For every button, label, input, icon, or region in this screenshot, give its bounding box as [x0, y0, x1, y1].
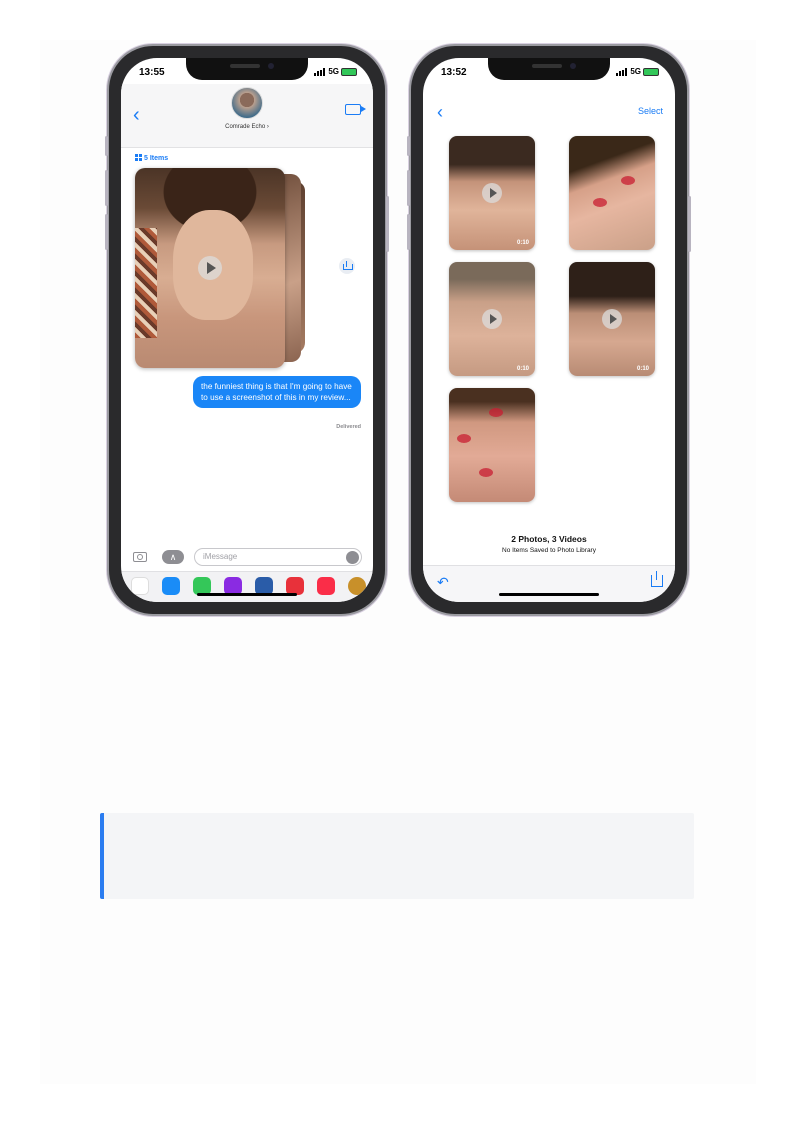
message-composer: ∧ iMessage [121, 546, 373, 568]
network-label: 5G [630, 67, 641, 76]
volume-up-button [105, 170, 108, 206]
signal-icon [616, 68, 627, 76]
app-store-icon[interactable] [162, 577, 180, 595]
gallery-screen: 13:52 5G ‹ Select 0:10 0:10 0:10 2 Photo… [423, 58, 675, 602]
music-app-icon[interactable] [317, 577, 335, 595]
gallery-save-status: No Items Saved to Photo Library [502, 547, 596, 554]
contact-avatar[interactable] [231, 87, 263, 119]
phone-gallery: 13:52 5G ‹ Select 0:10 0:10 0:10 2 Photo… [407, 44, 691, 616]
gallery-summary: 2 Photos, 3 Videos No Items Saved to Pho… [423, 534, 675, 554]
message-input[interactable]: iMessage [194, 548, 362, 566]
back-chevron-icon[interactable]: ‹ [437, 102, 443, 123]
video-duration: 0:10 [516, 240, 529, 246]
avatar-app-icon[interactable] [348, 577, 366, 595]
gallery-toolbar: ↶ [423, 565, 675, 602]
photos-app-icon[interactable] [131, 577, 149, 595]
attachment-video-thumbnail[interactable] [135, 168, 285, 368]
facetime-video-icon[interactable] [345, 104, 366, 115]
audio-message-icon[interactable] [346, 551, 359, 564]
messages-screen: 13:55 5G ‹ Comrade Echo › 5 Items the fu… [121, 58, 373, 602]
battery-icon [643, 68, 659, 76]
play-icon [482, 183, 502, 203]
phone-messages: 13:55 5G ‹ Comrade Echo › 5 Items the fu… [105, 44, 389, 616]
imessage-app-drawer [121, 571, 373, 602]
attachment-items-link[interactable]: 5 Items [135, 154, 168, 162]
play-icon [482, 309, 502, 329]
page: 13:55 5G ‹ Comrade Echo › 5 Items the fu… [0, 0, 794, 1123]
notch [488, 58, 610, 80]
grid-icon [135, 154, 142, 161]
save-download-icon[interactable] [339, 258, 355, 274]
sent-message-bubble[interactable]: the funniest thing is that I'm going to … [193, 376, 361, 408]
home-indicator [197, 593, 297, 596]
camera-icon[interactable] [133, 552, 147, 562]
status-time: 13:55 [139, 67, 165, 78]
select-button[interactable]: Select [638, 106, 663, 116]
gallery-thumbnail-photo[interactable] [569, 136, 655, 250]
reply-icon[interactable]: ↶ [437, 574, 449, 591]
battery-icon [341, 68, 357, 76]
status-time: 13:52 [441, 67, 467, 78]
network-label: 5G [328, 67, 339, 76]
video-duration: 0:10 [636, 366, 649, 372]
volume-down-button [105, 214, 108, 250]
contact-name[interactable]: Comrade Echo › [121, 124, 373, 130]
side-button [407, 136, 410, 156]
gallery-thumbnail-photo[interactable] [449, 388, 535, 502]
volume-down-button [407, 214, 410, 250]
power-button [688, 196, 691, 252]
delivery-status: Delivered [336, 424, 361, 430]
conversation-header: ‹ Comrade Echo › [121, 84, 373, 148]
home-indicator [499, 593, 599, 596]
gallery-count: 2 Photos, 3 Videos [511, 534, 587, 544]
gallery-thumbnail-video[interactable]: 0:10 [449, 262, 535, 376]
play-icon [602, 309, 622, 329]
notch [186, 58, 308, 80]
callout-box [100, 813, 694, 899]
signal-icon [314, 68, 325, 76]
app-store-apps-icon[interactable]: ∧ [162, 550, 184, 564]
power-button [386, 196, 389, 252]
gallery-thumbnail-video[interactable]: 0:10 [449, 136, 535, 250]
video-duration: 0:10 [516, 366, 529, 372]
gallery-thumbnail-video[interactable]: 0:10 [569, 262, 655, 376]
side-button [105, 136, 108, 156]
volume-up-button [407, 170, 410, 206]
play-icon[interactable] [198, 256, 222, 280]
save-download-icon[interactable] [651, 571, 663, 587]
